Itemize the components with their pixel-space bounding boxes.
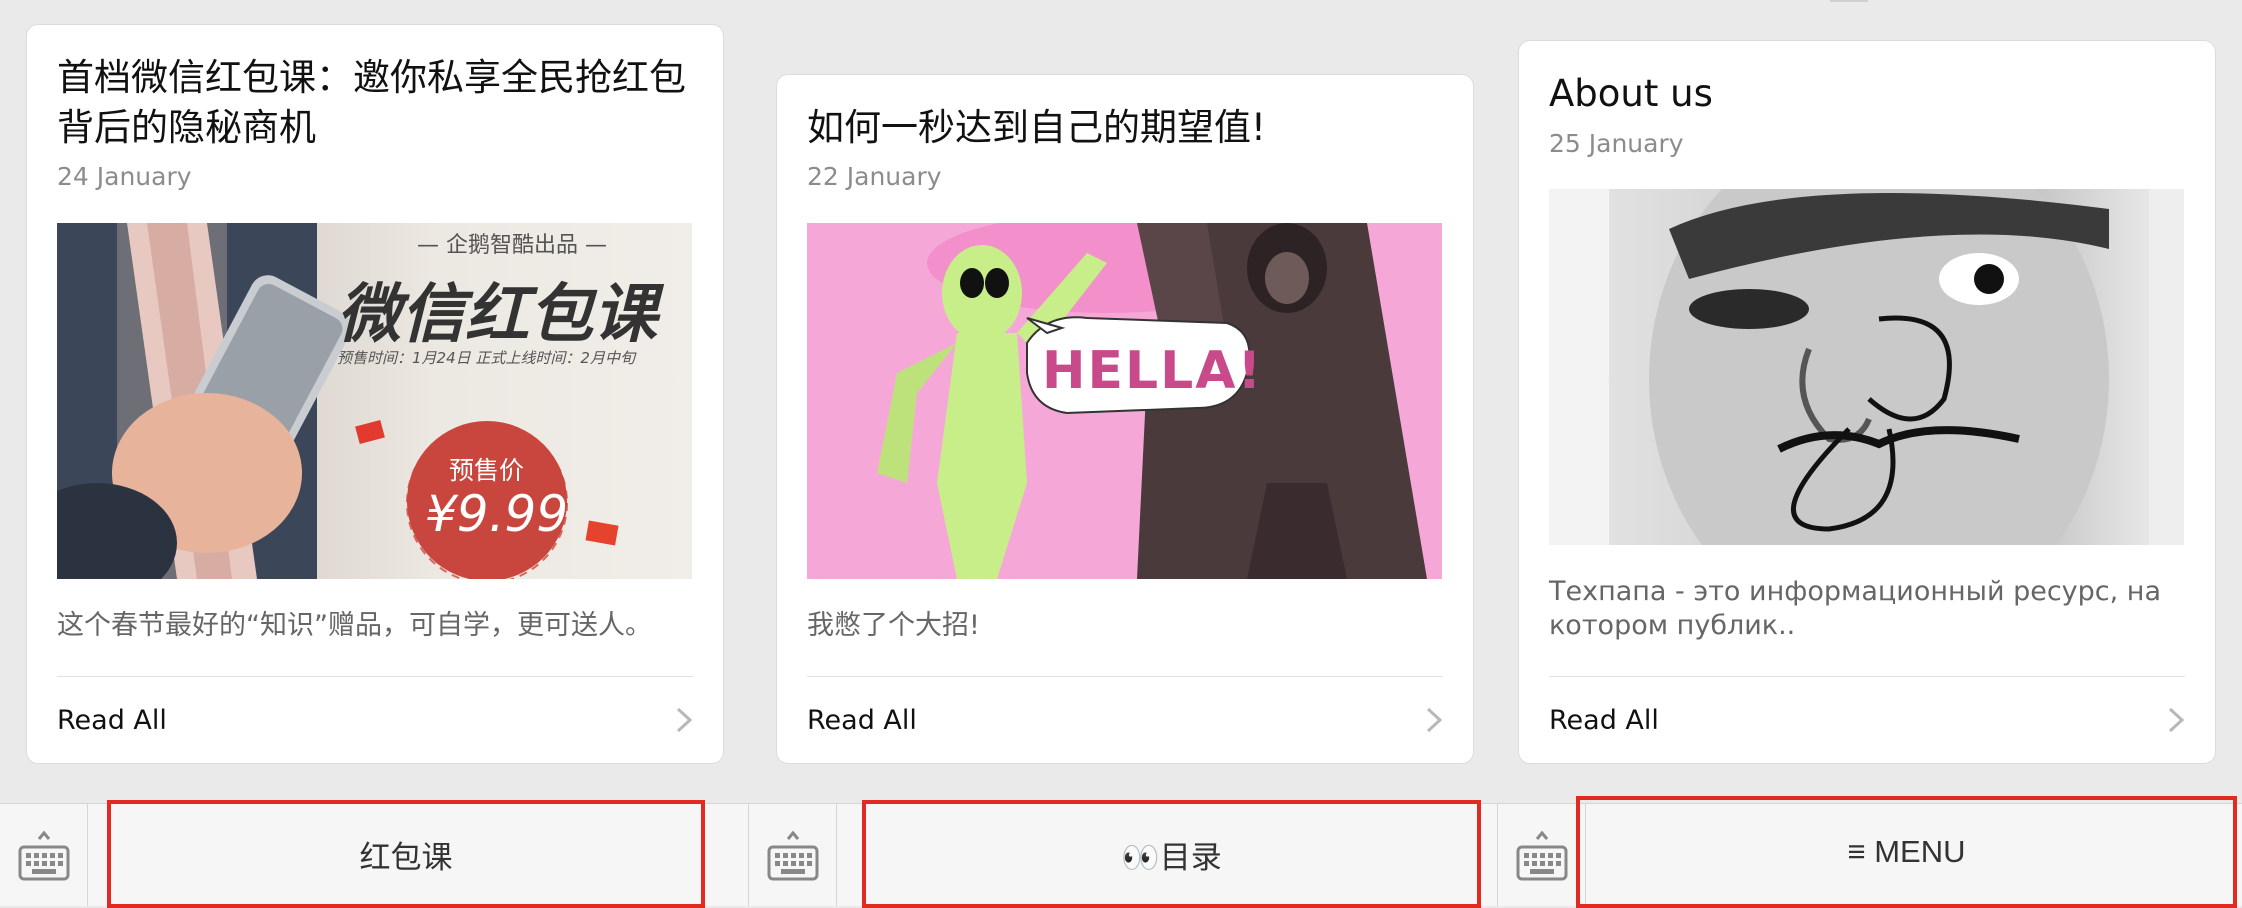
read-all-label: Read All	[57, 704, 167, 736]
read-all-label: Read All	[807, 704, 917, 736]
read-all-link[interactable]: Read All	[1549, 695, 2185, 745]
image-price-value: ¥9.99	[425, 485, 569, 543]
card-title[interactable]: 如何一秒达到自己的期望值!	[807, 103, 1443, 153]
article-card-1: 首档微信红包课：邀你私享全民抢红包背后的隐秘商机 24 January — 企鹅…	[26, 24, 724, 764]
chevron-right-icon	[2168, 707, 2185, 733]
article-card-3: About us 25 January Техпапа - это информ…	[1518, 40, 2216, 764]
card-title[interactable]: About us	[1549, 69, 2185, 119]
menu-button-hongbaoke[interactable]: 红包课	[107, 800, 705, 908]
image-brand-text: — 企鹅智酷出品 —	[417, 233, 607, 258]
chevron-right-icon	[1426, 707, 1443, 733]
card-date: 22 January	[807, 162, 942, 191]
read-all-label: Read All	[1549, 704, 1659, 736]
card-date: 24 January	[57, 162, 192, 191]
top-tab-indicator	[1830, 0, 1868, 2]
image-speech-text: HELLA!	[1042, 341, 1264, 401]
read-all-link[interactable]: Read All	[57, 695, 693, 745]
menu-button-menu[interactable]: ≡ MENU	[1576, 796, 2237, 908]
image-headline-text: 微信红包课	[337, 278, 657, 352]
read-all-link[interactable]: Read All	[807, 695, 1443, 745]
image-price-label: 预售价	[449, 456, 525, 485]
card-divider	[1549, 676, 2185, 677]
card-title[interactable]: 首档微信红包课：邀你私享全民抢红包背后的隐秘商机	[57, 53, 693, 153]
card-image-portrait[interactable]	[1549, 189, 2184, 545]
portrait-photo	[1549, 189, 2184, 545]
card-image-alien-gorilla[interactable]: HELLA!	[807, 223, 1442, 579]
alien-gorilla-illustration	[877, 223, 1427, 579]
image-schedule-text: 预售时间：1月24日 正式上线时间：2月中旬	[337, 349, 635, 367]
card-description: Техпапа - это информационный ресурс, на …	[1549, 576, 2162, 641]
card-divider	[807, 676, 1443, 677]
card-date: 25 January	[1549, 129, 1684, 158]
keyboard-icon	[18, 830, 69, 881]
keyboard-toggle-button-1[interactable]	[0, 804, 88, 906]
chevron-right-icon	[676, 707, 693, 733]
article-card-2: 如何一秒达到自己的期望值! 22 January HELLA! 我憋了个大招! …	[776, 74, 1474, 764]
keyboard-icon	[767, 830, 818, 881]
menu-button-catalog[interactable]: 👀目录	[862, 800, 1481, 908]
card-description: 这个春节最好的“知识”赠品，可自学，更可送人。	[57, 610, 652, 641]
card-divider	[57, 676, 693, 677]
keyboard-toggle-button-2[interactable]	[749, 804, 837, 906]
keyboard-toggle-button-3[interactable]	[1498, 804, 1586, 906]
keyboard-icon	[1516, 830, 1567, 881]
card-image-wechat-redpacket[interactable]: — 企鹅智酷出品 — 微信红包课 预售时间：1月24日 正式上线时间：2月中旬 …	[57, 223, 692, 579]
bottom-menu-bar: 红包课 👀目录 ≡ MENU	[0, 796, 2242, 908]
card-description: 我憋了个大招!	[807, 610, 980, 641]
